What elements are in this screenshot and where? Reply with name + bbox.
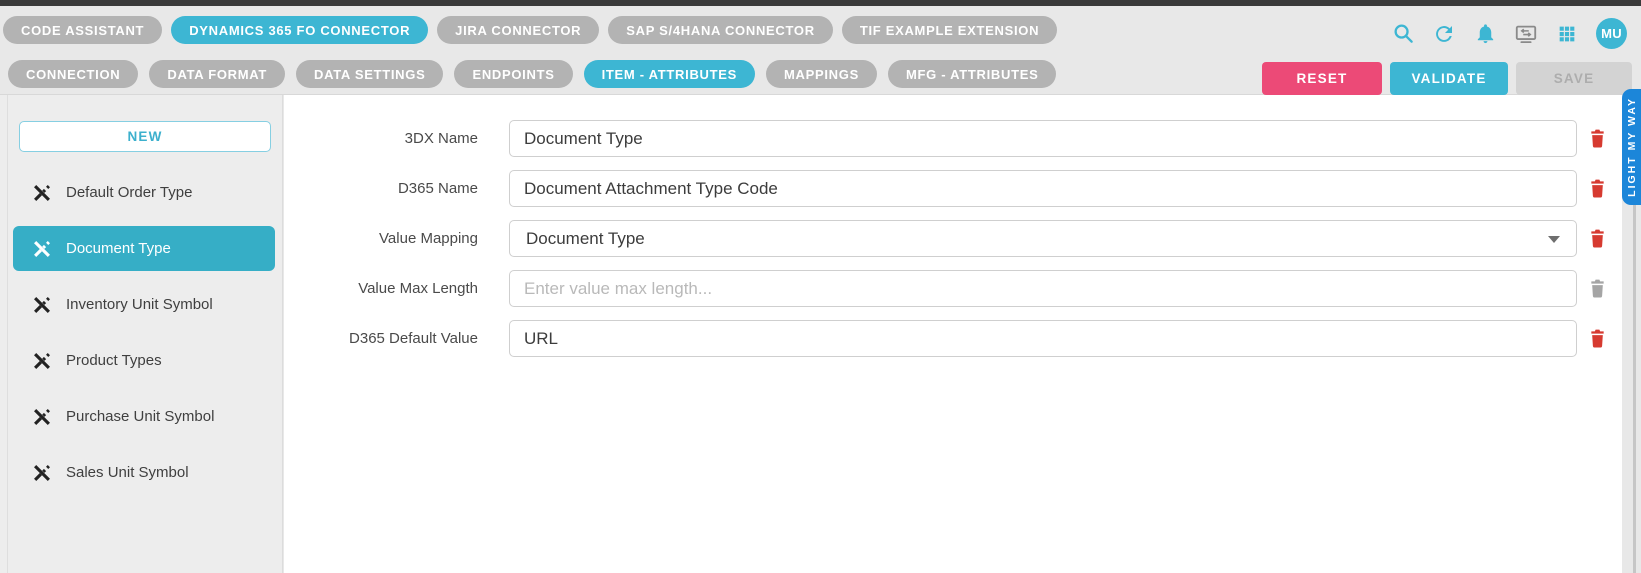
d365-default-value-input[interactable]	[509, 320, 1577, 357]
attribute-sidebar: NEW Default Order Type	[0, 95, 283, 573]
sidebar-item-label: Purchase Unit Symbol	[66, 408, 214, 425]
header-icon-cluster: MU	[1391, 18, 1627, 49]
delete-row-icon[interactable]	[1589, 178, 1606, 199]
d365-name-input[interactable]	[509, 170, 1577, 207]
sidebar-item-document-type[interactable]: Document Type	[13, 226, 275, 271]
sidebar-item-default-order-type[interactable]: Default Order Type	[13, 170, 275, 215]
tab-mfg-attributes[interactable]: MFG - ATTRIBUTES	[888, 60, 1057, 88]
tab-jira-connector[interactable]: JIRA CONNECTOR	[437, 16, 599, 44]
attribute-mapping-icon	[31, 182, 53, 204]
form-row-value-mapping: Value Mapping Document Type	[284, 220, 1622, 257]
form-row-3dx-name: 3DX Name	[284, 120, 1622, 157]
refresh-icon[interactable]	[1432, 22, 1456, 46]
sidebar-item-label: Inventory Unit Symbol	[66, 296, 213, 313]
tab-data-settings[interactable]: DATA SETTINGS	[296, 60, 443, 88]
attribute-mapping-icon	[31, 462, 53, 484]
feedback-ribbon-label: LIGHT MY WAY	[1626, 97, 1638, 197]
sidebar-item-label: Default Order Type	[66, 184, 192, 201]
tab-mappings[interactable]: MAPPINGS	[766, 60, 877, 88]
tab-dynamics-365-fo-connector[interactable]: DYNAMICS 365 FO CONNECTOR	[171, 16, 428, 44]
search-icon[interactable]	[1391, 22, 1415, 46]
form-row-d365-name: D365 Name	[284, 170, 1622, 207]
attribute-mapping-icon	[31, 406, 53, 428]
sidebar-item-sales-unit-symbol[interactable]: Sales Unit Symbol	[13, 450, 275, 495]
app-window: CODE ASSISTANT DYNAMICS 365 FO CONNECTOR…	[0, 0, 1641, 573]
delete-row-icon-disabled	[1589, 278, 1606, 299]
tab-sap-s4hana-connector[interactable]: SAP S/4HANA CONNECTOR	[608, 16, 833, 44]
attribute-detail-panel: 3DX Name D365 Name Value Mapping	[284, 95, 1622, 573]
form-row-value-max-length: Value Max Length	[284, 270, 1622, 307]
delete-row-icon[interactable]	[1589, 328, 1606, 349]
value-mapping-selected-option: Document Type	[526, 229, 645, 249]
sidebar-item-inventory-unit-symbol[interactable]: Inventory Unit Symbol	[13, 282, 275, 327]
feedback-ribbon[interactable]: LIGHT MY WAY	[1622, 89, 1641, 205]
sidebar-item-purchase-unit-symbol[interactable]: Purchase Unit Symbol	[13, 394, 275, 439]
reset-button[interactable]: RESET	[1262, 62, 1382, 95]
top-nav: CODE ASSISTANT DYNAMICS 365 FO CONNECTOR…	[3, 16, 1057, 44]
attribute-mapping-icon	[31, 350, 53, 372]
sidebar-item-label: Sales Unit Symbol	[66, 464, 189, 481]
validate-button[interactable]: VALIDATE	[1390, 62, 1508, 95]
remote-display-icon[interactable]	[1514, 22, 1538, 46]
attribute-mapping-icon	[31, 238, 53, 260]
tab-data-format[interactable]: DATA FORMAT	[149, 60, 285, 88]
user-avatar[interactable]: MU	[1596, 18, 1627, 49]
action-buttons: RESET VALIDATE SAVE	[1262, 62, 1632, 95]
sidebar-item-label: Document Type	[66, 240, 171, 257]
field-label: Value Max Length	[284, 280, 478, 297]
attribute-mapping-icon	[31, 294, 53, 316]
value-max-length-input[interactable]	[509, 270, 1577, 307]
value-mapping-select[interactable]: Document Type	[509, 220, 1577, 257]
tab-endpoints[interactable]: ENDPOINTS	[454, 60, 572, 88]
field-label: D365 Name	[284, 180, 478, 197]
new-attribute-button[interactable]: NEW	[19, 121, 271, 152]
sidebar-item-product-types[interactable]: Product Types	[13, 338, 275, 383]
field-label: Value Mapping	[284, 230, 478, 247]
sub-nav: CONNECTION DATA FORMAT DATA SETTINGS END…	[8, 60, 1056, 88]
tab-connection[interactable]: CONNECTION	[8, 60, 138, 88]
field-label: 3DX Name	[284, 130, 478, 147]
delete-row-icon[interactable]	[1589, 228, 1606, 249]
tab-item-attributes[interactable]: ITEM - ATTRIBUTES	[584, 60, 755, 88]
save-button[interactable]: SAVE	[1516, 62, 1632, 95]
attribute-form: 3DX Name D365 Name Value Mapping	[284, 95, 1622, 357]
field-label: D365 Default Value	[284, 330, 478, 347]
3dx-name-input[interactable]	[509, 120, 1577, 157]
sidebar-item-label: Product Types	[66, 352, 162, 369]
tab-tif-example-extension[interactable]: TIF EXAMPLE EXTENSION	[842, 16, 1057, 44]
apps-grid-icon[interactable]	[1555, 22, 1579, 46]
chevron-down-icon	[1548, 236, 1560, 243]
bell-icon[interactable]	[1473, 22, 1497, 46]
form-row-d365-default-value: D365 Default Value	[284, 320, 1622, 357]
delete-row-icon[interactable]	[1589, 128, 1606, 149]
attribute-list: Default Order Type Document Type	[13, 170, 275, 506]
sidebar-panel: NEW Default Order Type	[7, 95, 282, 573]
tab-code-assistant[interactable]: CODE ASSISTANT	[3, 16, 162, 44]
header: CODE ASSISTANT DYNAMICS 365 FO CONNECTOR…	[0, 6, 1641, 95]
